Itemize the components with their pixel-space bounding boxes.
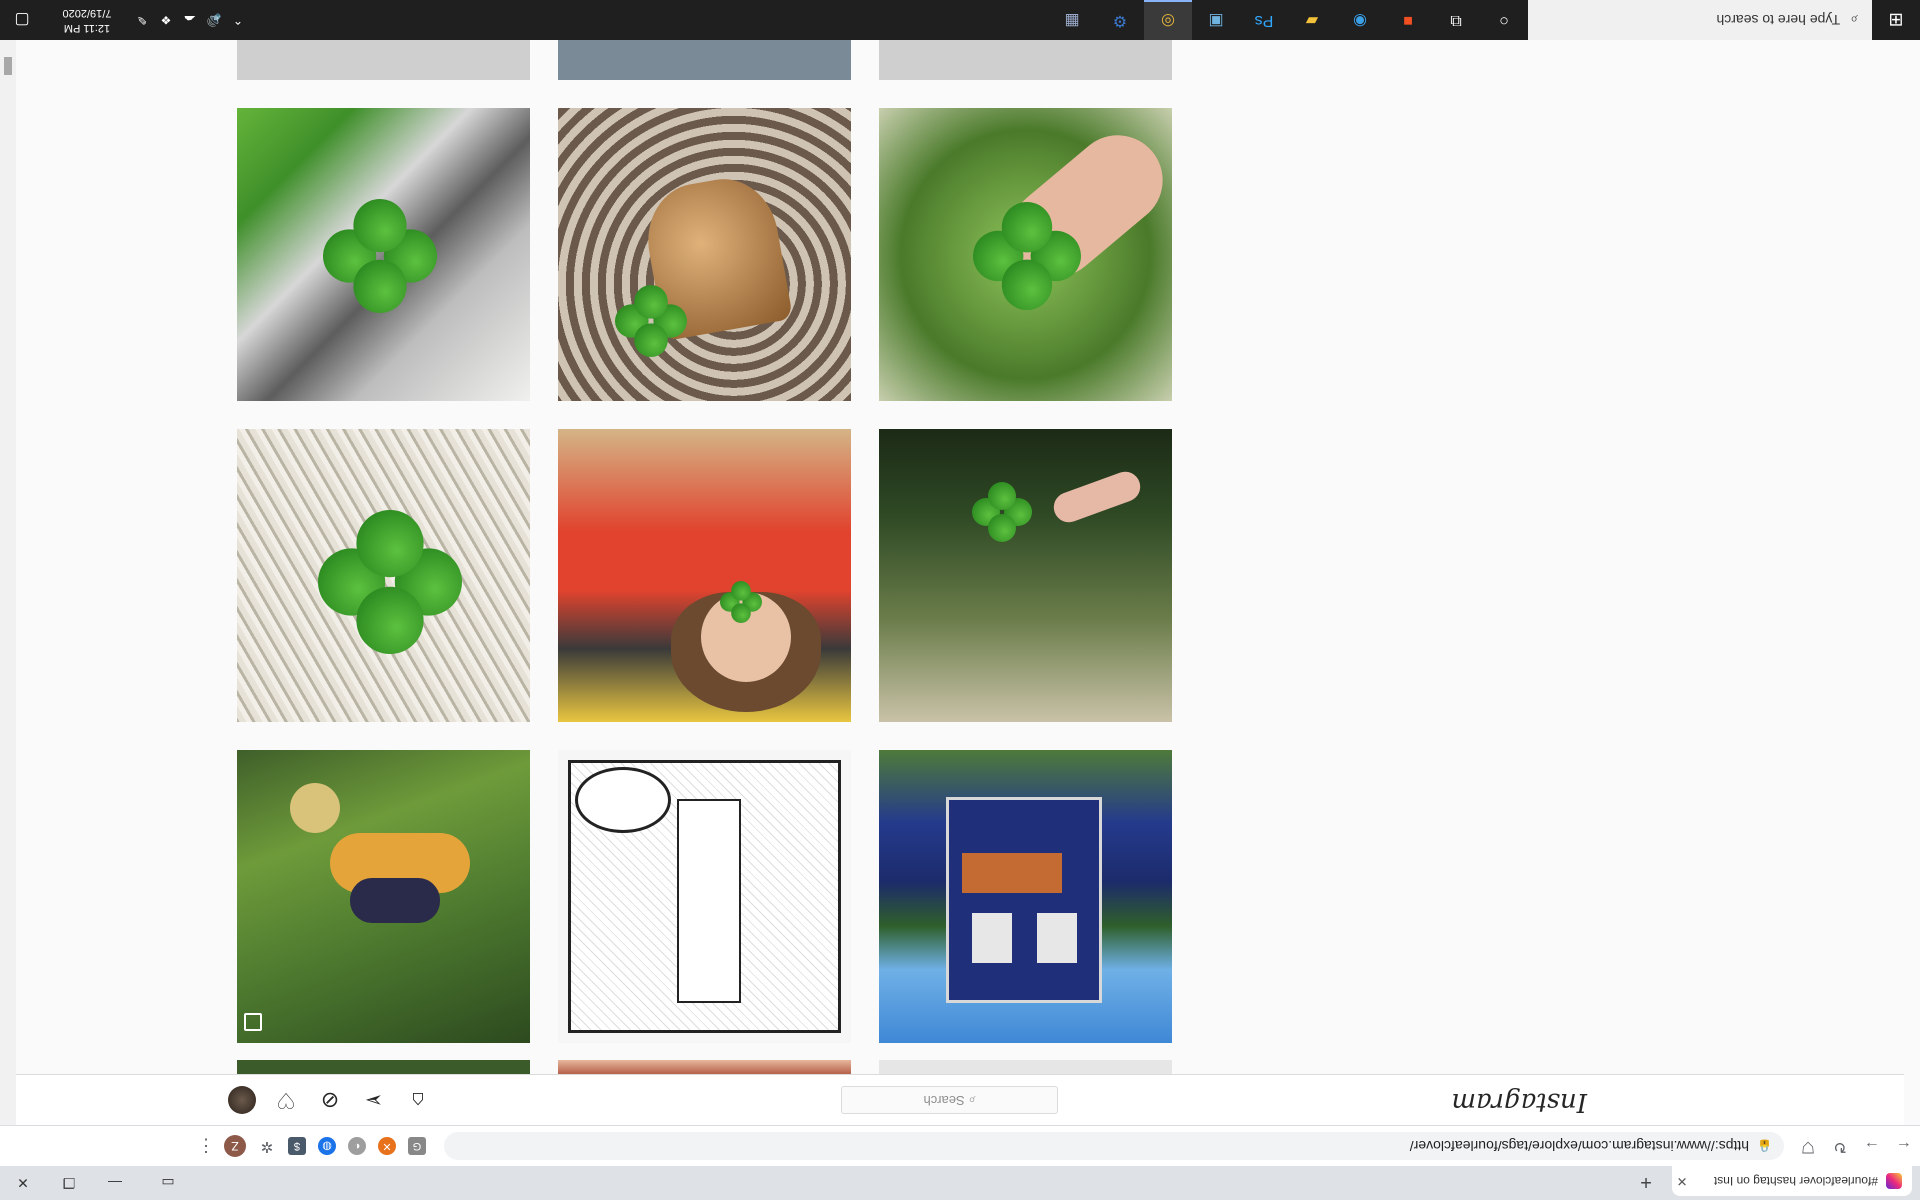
pen-icon[interactable]: ✎	[130, 13, 154, 27]
profile-avatar-icon[interactable]	[228, 1086, 256, 1114]
taskbar-search-placeholder: Type here to search	[1716, 12, 1841, 28]
screen-rotated: #fourleafclover hashtag on Inst ✕ + ▭ — …	[0, 0, 1920, 1200]
tab-close-icon[interactable]: ✕	[1672, 1173, 1692, 1189]
chrome-icon[interactable]: ◎	[1144, 0, 1192, 40]
close-window-button[interactable]: ✕	[0, 1166, 46, 1200]
photoshop-icon[interactable]: Ps	[1240, 0, 1288, 40]
instagram-nav: Instagram ⌕ Search ⌂ ➢ ⊘ ♡	[0, 1074, 1904, 1125]
home-icon[interactable]: ⌂	[404, 1086, 432, 1114]
cortana-icon[interactable]: ○	[1480, 0, 1528, 40]
post-tile-bell[interactable]	[558, 108, 851, 401]
tab-instagram[interactable]: #fourleafclover hashtag on Inst ✕	[1672, 1166, 1912, 1196]
bookmark-shield-icon[interactable]: ⛉	[1792, 1130, 1824, 1162]
post-tile-garden[interactable]	[237, 750, 530, 1043]
browser-menu-icon[interactable]: ⋮	[194, 1136, 218, 1157]
task-view-icon[interactable]: ⧉	[1432, 0, 1480, 40]
post-tile-clover-straw[interactable]	[237, 429, 530, 722]
post-tile-house[interactable]	[879, 750, 1172, 1043]
post-tile-girl[interactable]	[558, 429, 851, 722]
windows-start-icon[interactable]: ⊞	[1872, 0, 1920, 40]
post-tile[interactable]	[879, 40, 1172, 80]
instagram-logo[interactable]: Instagram	[1451, 1087, 1587, 1117]
instagram-favicon-icon	[1886, 1173, 1902, 1189]
post-tile-sketch[interactable]	[558, 750, 851, 1043]
back-button[interactable]: ←	[1888, 1130, 1920, 1162]
post-tile[interactable]	[237, 1060, 530, 1074]
window-controls: ▭ — ❐ ✕	[0, 1166, 198, 1200]
taskbar-search-input[interactable]: ⌕ Type here to search	[1528, 0, 1872, 40]
new-tab-button[interactable]: +	[1634, 1170, 1658, 1194]
page-scrollbar[interactable]	[0, 38, 16, 1125]
scrollbar-thumb[interactable]	[4, 57, 12, 75]
restore-button[interactable]: ❐	[46, 1166, 92, 1200]
profile-avatar[interactable]: Z	[224, 1135, 246, 1157]
snap-layout-icon[interactable]: ▭	[138, 1166, 198, 1200]
settings-gear-icon[interactable]: ⚙	[1096, 0, 1144, 40]
forward-button[interactable]: →	[1856, 1130, 1888, 1162]
minimize-button[interactable]: —	[92, 1166, 138, 1200]
direct-message-icon[interactable]: ➢	[360, 1086, 388, 1114]
explore-compass-icon[interactable]: ⊘	[316, 1086, 344, 1114]
post-tile[interactable]	[237, 40, 530, 80]
extension-g-icon[interactable]: G	[408, 1137, 426, 1155]
clock-date: 7/19/2020	[62, 7, 112, 19]
browser-toolbar: ← → ↻ ⛉ 🔒 https://www.instagram.com/expl…	[0, 1125, 1920, 1166]
post-tile-clover-held-green[interactable]	[879, 108, 1172, 401]
microsoft-store-icon[interactable]: ■	[1384, 0, 1432, 40]
post-tile[interactable]	[558, 40, 851, 80]
post-tile[interactable]	[879, 1060, 1172, 1074]
extensions-puzzle-icon[interactable]: ✲	[258, 1137, 276, 1155]
activity-heart-icon[interactable]: ♡	[272, 1086, 300, 1114]
tray-chevron-icon[interactable]: ⌃	[226, 13, 250, 27]
photos-icon[interactable]: ▣	[1192, 0, 1240, 40]
notification-center-icon[interactable]: ▢	[0, 10, 44, 30]
multi-photo-icon	[244, 1013, 262, 1031]
extensions-area: G ✕ ◐ ◍ $ ✲	[252, 1137, 432, 1155]
search-icon: ⌕	[1850, 12, 1858, 29]
tab-title: #fourleafclover hashtag on Inst	[1713, 1174, 1878, 1188]
system-tray: ⌃ 🔊 ☁ ❖ ✎ 12:11 PM 7/19/2020 ▢	[0, 5, 250, 35]
address-bar[interactable]: 🔒 https://www.instagram.com/explore/tags…	[444, 1132, 1784, 1160]
search-icon: ⌕	[968, 1093, 976, 1108]
calculator-icon[interactable]: ▦	[1048, 0, 1096, 40]
volume-icon[interactable]: 🔊	[202, 13, 226, 27]
post-tile-clover-held-dark[interactable]	[879, 429, 1172, 722]
extension-dollar-icon[interactable]: $	[288, 1137, 306, 1155]
reload-button[interactable]: ↻	[1824, 1130, 1856, 1162]
search-placeholder: Search	[923, 1093, 965, 1108]
search-input[interactable]: ⌕ Search	[841, 1086, 1058, 1114]
tab-strip: #fourleafclover hashtag on Inst ✕ + ▭ — …	[0, 1166, 1920, 1200]
edge-icon[interactable]: ◉	[1336, 0, 1384, 40]
file-explorer-icon[interactable]: ▰	[1288, 0, 1336, 40]
extension-blue-icon[interactable]: ◍	[318, 1137, 336, 1155]
lock-icon: 🔒	[1757, 1139, 1772, 1153]
dropbox-icon[interactable]: ❖	[154, 13, 178, 27]
url-text: https://www.instagram.com/explore/tags/f…	[1409, 1138, 1750, 1154]
onedrive-cloud-icon[interactable]: ☁	[178, 13, 202, 27]
clock[interactable]: 12:11 PM 7/19/2020	[44, 5, 130, 35]
windows-taskbar: ⊞ ⌕ Type here to search ○ ⧉ ■ ◉ ▰ Ps ▣ ◎…	[0, 0, 1920, 40]
clock-time: 12:11 PM	[63, 22, 111, 34]
instagram-nav-icons: ⌂ ➢ ⊘ ♡	[228, 1086, 448, 1114]
extension-circle-icon[interactable]: ◐	[348, 1137, 366, 1155]
post-tile-clover-wood[interactable]	[237, 108, 530, 401]
extension-close-orange-icon[interactable]: ✕	[378, 1137, 396, 1155]
post-tile[interactable]	[558, 1060, 851, 1074]
